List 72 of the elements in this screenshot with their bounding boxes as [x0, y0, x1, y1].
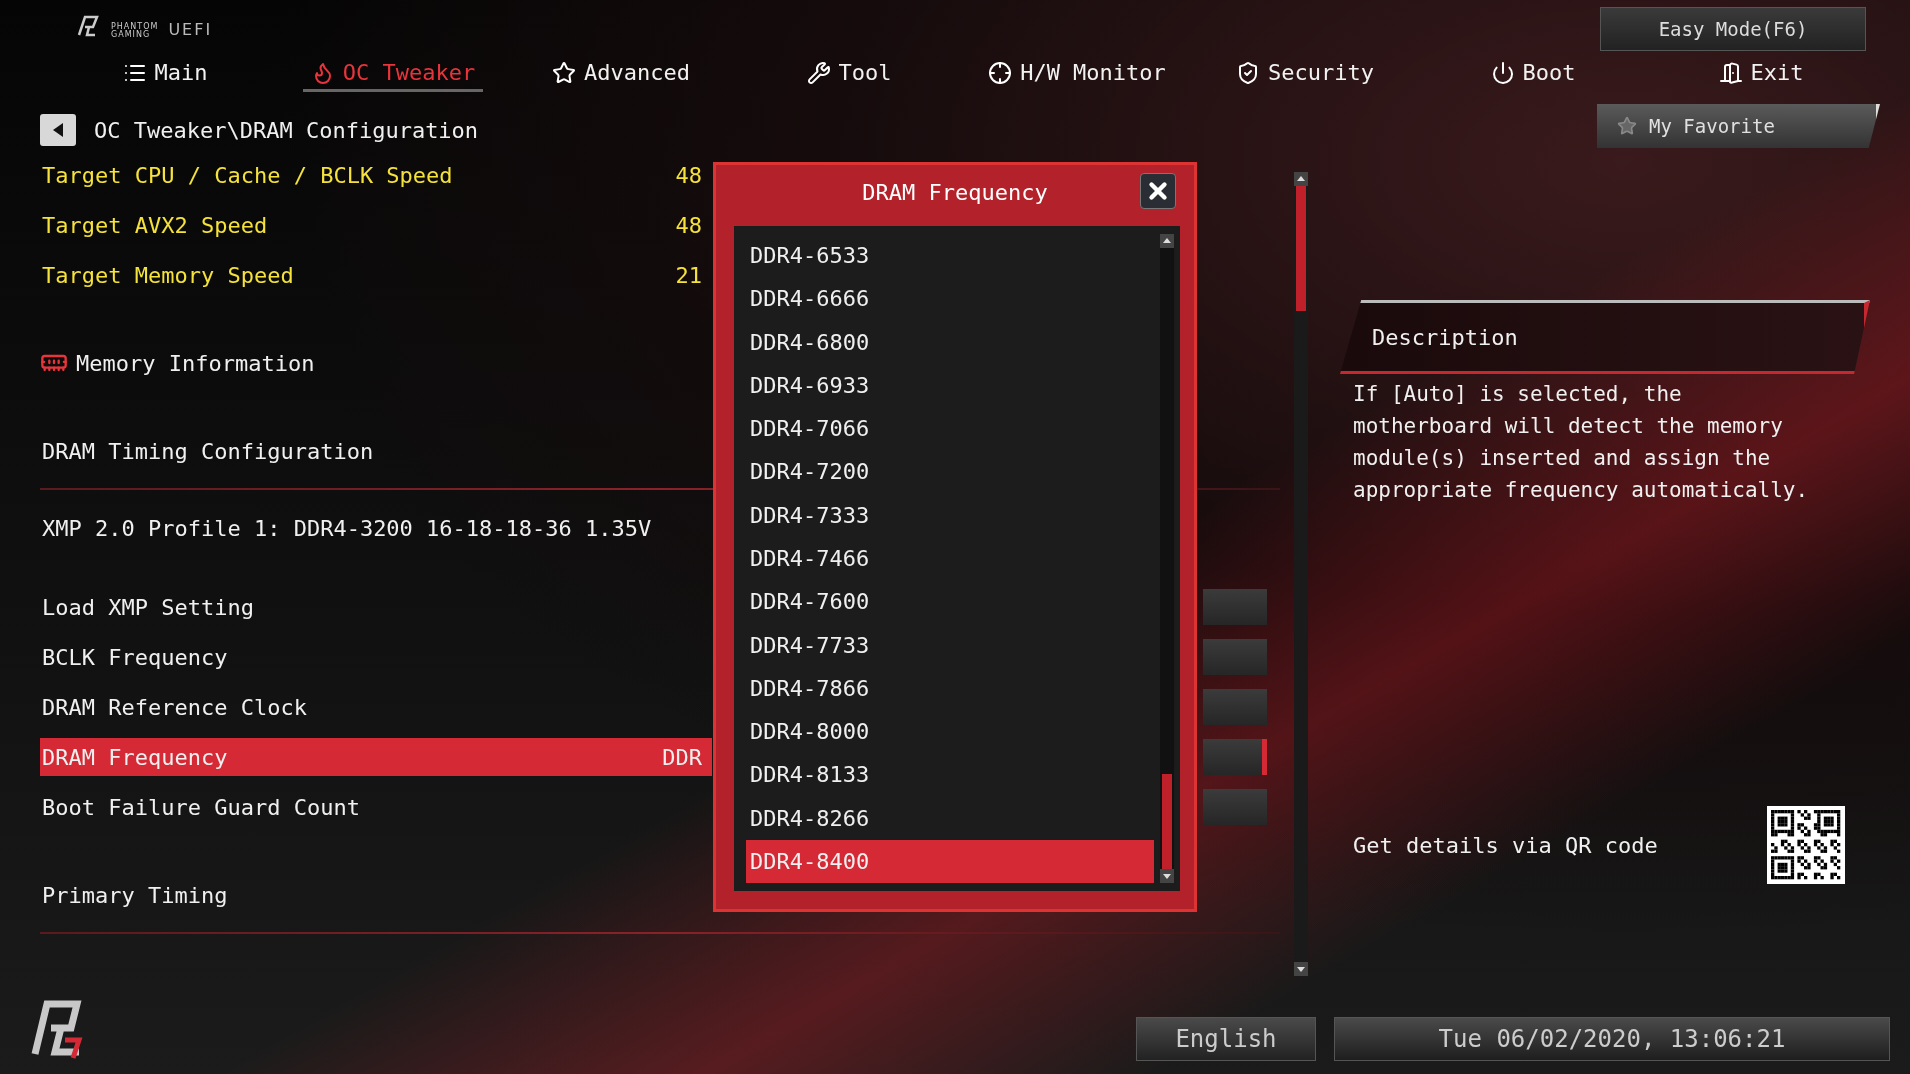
dialog-title: DRAM Frequency [862, 180, 1048, 205]
description-title: Description [1372, 324, 1518, 350]
frequency-option[interactable]: DDR4-8400 [746, 839, 1154, 883]
setting-label: Target AVX2 Speed [41, 212, 268, 238]
back-arrow-icon [51, 122, 65, 138]
scroll-thumb[interactable] [1296, 186, 1306, 311]
setting-label: Load XMP Setting [41, 594, 254, 620]
tab-icon [1490, 60, 1515, 85]
frequency-option[interactable]: DDR4-8266 [746, 796, 1154, 840]
setting-value: 48 [675, 162, 703, 188]
tab-icon [1718, 60, 1743, 85]
setting-label: DRAM Timing Configuration [41, 438, 374, 464]
frequency-option[interactable]: DDR4-6666 [746, 277, 1154, 321]
scroll-up-icon[interactable] [1294, 172, 1308, 186]
scrollbar[interactable] [1160, 234, 1174, 883]
frequency-option[interactable]: DDR4-7466 [746, 536, 1154, 581]
setting-label: Target CPU / Cache / BCLK Speed [41, 162, 453, 188]
setting-label: Boot Failure Guard Count [41, 794, 360, 820]
close-button[interactable] [1140, 173, 1176, 209]
description-text: If [Auto] is selected, the motherboard will detect the memory module(s) inserted and assign the appropriate frequency automatically. [1353, 381, 1810, 504]
brand-text: GAMING [111, 31, 151, 39]
my-favorite-button[interactable]: My Favorite [1597, 104, 1880, 148]
highlighted-row[interactable]: DRAM Frequency DDR [40, 738, 712, 776]
setting-label: Memory Information [75, 350, 315, 376]
scroll-up-icon[interactable] [1160, 234, 1174, 248]
datetime-text: Tue 06/02/2020, 13:06:21 [1438, 1025, 1786, 1053]
setting-value: 48 [675, 212, 703, 238]
setting-label: BCLK Frequency [41, 644, 228, 670]
language-button[interactable]: English [1136, 1017, 1316, 1061]
setting-label: Target Memory Speed [41, 262, 294, 288]
setting-label: DRAM Frequency [41, 744, 228, 770]
frequency-option[interactable]: DDR4-7866 [746, 666, 1154, 710]
easy-mode-button[interactable]: Easy Mode(F6) [1600, 7, 1866, 51]
nav-tab[interactable]: Advanced [544, 56, 698, 92]
qr-label: Get details via QR code [1353, 832, 1658, 858]
setting-value: 21 [675, 262, 703, 288]
setting-label: DRAM Reference Clock [41, 694, 307, 720]
frequency-option[interactable]: DDR4-6800 [746, 320, 1154, 364]
nav-tab[interactable]: Boot [1482, 56, 1584, 92]
setting-label: XMP 2.0 Profile 1: DDR4-3200 16-18-18-36 1.35V [41, 515, 652, 541]
frequency-option[interactable]: DDR4-7733 [746, 623, 1154, 667]
logo-icon [75, 13, 101, 39]
back-button[interactable] [40, 114, 76, 146]
nav-tab[interactable]: Security [1228, 56, 1382, 92]
nav-tab[interactable]: Tool [798, 56, 900, 92]
frequency-option[interactable]: DDR4-7066 [746, 407, 1154, 451]
option-box[interactable] [1203, 739, 1267, 775]
star-icon [1617, 116, 1637, 136]
uefi-label: UEFI [168, 20, 213, 39]
nav-tab[interactable]: OC Tweaker [302, 56, 484, 92]
scroll-down-icon[interactable] [1294, 962, 1308, 976]
frequency-option[interactable]: DDR4-7600 [746, 580, 1154, 624]
breadcrumb: OC Tweaker\DRAM Configuration [94, 117, 479, 143]
nav-tab[interactable]: H/W Monitor [980, 56, 1174, 92]
frequency-option[interactable]: DDR4-7333 [746, 493, 1154, 537]
frequency-option[interactable]: DDR4-6533 [746, 234, 1154, 278]
scroll-down-icon[interactable] [1160, 869, 1174, 883]
nav-tab[interactable]: Exit [1710, 56, 1812, 92]
scrollbar[interactable] [1294, 172, 1308, 976]
setting-value: DDR [662, 744, 703, 770]
tab-icon [1236, 60, 1260, 85]
frequency-option[interactable]: DDR4-8133 [746, 753, 1154, 797]
tab-icon [988, 60, 1013, 85]
setting-label: Primary Timing [41, 882, 228, 908]
brand-text: PHANTOM [111, 23, 159, 31]
tab-icon [552, 60, 576, 85]
nav-tab[interactable]: Main [114, 56, 216, 92]
tab-icon [806, 60, 831, 85]
scroll-thumb[interactable] [1162, 774, 1172, 869]
frequency-option[interactable]: DDR4-8000 [746, 709, 1154, 754]
frequency-option[interactable]: DDR4-6933 [746, 363, 1154, 408]
frequency-option[interactable]: DDR4-7200 [746, 450, 1154, 494]
